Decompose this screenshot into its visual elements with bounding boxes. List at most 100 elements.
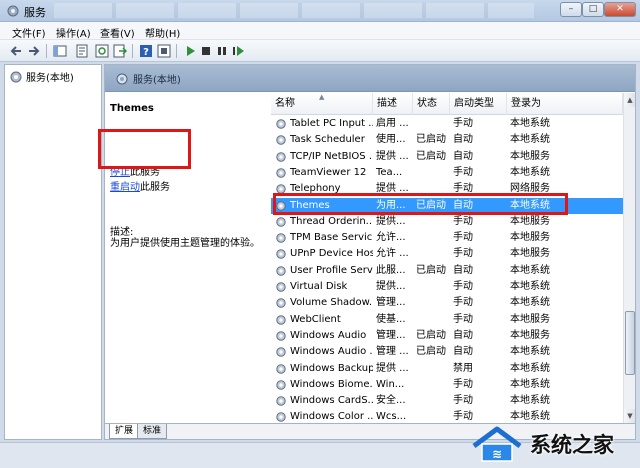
back-arrow-icon[interactable] — [8, 43, 24, 59]
cell-description: 使基... — [376, 313, 406, 325]
cell-status — [413, 279, 450, 295]
service-row[interactable]: Windows Backup 提供 ... 禁用 本地系统 — [271, 361, 623, 377]
service-row[interactable]: TCP/IP NetBIOS ... 提供 ... 已启动 自动 本地服务 — [271, 149, 623, 165]
cell-startup-type: 禁用 — [453, 362, 473, 374]
cell-description: 提供... — [376, 281, 406, 292]
service-row[interactable]: WebClient 使基... 手动 本地服务 — [271, 312, 623, 328]
cell-description: 管理... — [376, 297, 406, 309]
service-row[interactable]: Windows Audio 管理... 已启动 自动 本地服务 — [271, 328, 623, 344]
cell-status: 已启动 — [416, 134, 446, 146]
console-tree-icon[interactable] — [52, 43, 68, 59]
cell-description: 安全... — [376, 395, 406, 407]
cell-name: Virtual Disk — [271, 279, 373, 295]
service-row[interactable]: Tablet PC Input ... 启用 ... 手动 本地系统 — [271, 116, 623, 132]
service-row[interactable]: Volume Shadow... 管理... 手动 本地系统 — [271, 295, 623, 311]
menu-file[interactable]: 文件(F) — [12, 25, 46, 40]
refresh-icon[interactable] — [94, 43, 110, 59]
service-name: Thread Orderin... — [290, 215, 373, 227]
cell-logon-as: 本地服务 — [510, 232, 550, 244]
services-main-pane: 服务(本地) Themes 停止此服务 重启动此服务 描述: 为用户提供使用主题… — [104, 64, 636, 440]
cell-name: Telephony — [271, 181, 373, 197]
title-bar: 服务 – □ ✕ — [0, 0, 640, 22]
service-name: WebClient — [290, 313, 341, 325]
service-row[interactable]: UPnP Device Host 允许 ... 手动 本地服务 — [271, 246, 623, 262]
cell-logon-as: 本地系统 — [510, 362, 550, 374]
play-icon[interactable] — [182, 43, 198, 59]
cell-status: 已启动 — [416, 264, 446, 276]
properties-icon[interactable] — [74, 43, 90, 59]
cell-status — [413, 116, 450, 132]
service-row[interactable]: Telephony 提供 ... 手动 网络服务 — [271, 181, 623, 197]
site-watermark: ≋ 系统之家 — [470, 420, 640, 468]
cell-startup-type: 手动 — [453, 183, 473, 195]
cell-startup-type: 自动 — [453, 346, 473, 358]
maximize-button[interactable]: □ — [582, 2, 604, 17]
column-header-description[interactable]: 描述 — [373, 93, 413, 115]
forward-arrow-icon[interactable] — [26, 43, 42, 59]
cell-logon-as: 本地系统 — [510, 264, 550, 276]
restart-icon[interactable] — [230, 43, 246, 59]
watermark-text: 系统之家 — [530, 433, 614, 457]
scroll-thumb[interactable] — [625, 311, 635, 375]
cell-startup-type: 手动 — [453, 378, 473, 390]
details-icon[interactable] — [156, 43, 172, 59]
column-header-row: 名称 描述 状态 启动类型 登录为 ▲ — [271, 93, 623, 115]
service-row[interactable]: TeamViewer 12 Tea... 手动 本地系统 — [271, 165, 623, 181]
service-gear-icon — [276, 396, 286, 406]
service-gear-icon — [276, 168, 286, 178]
cell-name: Windows Color ... — [271, 409, 373, 423]
service-gear-icon — [276, 200, 286, 211]
service-name: Windows CardS... — [290, 395, 373, 407]
minimize-button[interactable]: – — [560, 2, 582, 17]
export-icon[interactable] — [112, 43, 128, 59]
service-name: UPnP Device Host — [290, 248, 373, 260]
service-name: Themes — [290, 199, 330, 211]
tab-standard[interactable]: 标准 — [137, 424, 168, 439]
service-row[interactable]: Thread Orderin... 提供... 手动 本地服务 — [271, 214, 623, 230]
stop-icon[interactable] — [198, 43, 214, 59]
cell-logon-as: 本地系统 — [510, 297, 550, 309]
tree-node-local-services[interactable]: 服务(本地) — [9, 69, 74, 84]
cell-description: 提供... — [376, 215, 406, 227]
cell-description: 提供 ... — [376, 150, 409, 162]
pause-icon[interactable] — [214, 43, 230, 59]
restart-service-action: 重启动此服务 — [110, 180, 170, 195]
services-gear-icon — [116, 73, 128, 84]
close-button[interactable]: ✕ — [604, 2, 636, 17]
cell-status — [413, 181, 450, 197]
vertical-scrollbar[interactable]: ▲ ▼ — [623, 93, 635, 423]
cell-name: Thread Orderin... — [271, 214, 373, 230]
stop-service-link[interactable]: 停止 — [110, 167, 130, 178]
service-gear-icon — [276, 217, 286, 227]
service-row[interactable]: User Profile Serv... 此服... 已启动 自动 本地系统 — [271, 263, 623, 279]
column-header-startup-type[interactable]: 启动类型 — [450, 93, 507, 115]
service-row[interactable]: Windows Audio ... 管理 ... 已启动 自动 本地系统 — [271, 344, 623, 360]
cell-name: TPM Base Servic... — [271, 230, 373, 246]
cell-name: User Profile Serv... — [271, 263, 373, 279]
cell-name: TCP/IP NetBIOS ... — [271, 149, 373, 165]
cell-startup-type: 手动 — [453, 395, 473, 407]
service-row[interactable]: Task Scheduler 使用... 已启动 自动 本地系统 — [271, 132, 623, 148]
menu-action[interactable]: 操作(A) — [56, 25, 91, 40]
service-row[interactable]: TPM Base Servic... 允许... 手动 本地服务 — [271, 230, 623, 246]
service-row[interactable]: Themes 为用... 已启动 自动 本地系统 — [271, 197, 623, 214]
tab-extended[interactable]: 扩展 — [109, 424, 140, 439]
restart-service-link[interactable]: 重启动 — [110, 182, 140, 193]
column-header-logon-as[interactable]: 登录为 — [507, 93, 623, 115]
scroll-up-arrow-icon[interactable]: ▲ — [624, 93, 635, 107]
menu-view[interactable]: 查看(V) — [100, 25, 135, 40]
service-gear-icon — [276, 314, 286, 325]
cell-description: 允许... — [376, 232, 406, 244]
service-row[interactable]: Windows CardS... 安全... 手动 本地系统 — [271, 393, 623, 409]
cell-status — [413, 361, 450, 377]
service-row[interactable]: Virtual Disk 提供... 手动 本地系统 — [271, 279, 623, 295]
cell-startup-type: 自动 — [453, 134, 473, 146]
service-gear-icon — [276, 347, 286, 357]
menu-help[interactable]: 帮助(H) — [145, 25, 180, 40]
service-row[interactable]: Windows Biome... Win... 手动 本地系统 — [271, 377, 623, 393]
service-name: Telephony — [290, 183, 341, 195]
services-list: 名称 描述 状态 启动类型 登录为 ▲ Tablet PC Input ... 启… — [271, 93, 623, 423]
cell-logon-as: 本地服务 — [510, 150, 550, 162]
column-header-status[interactable]: 状态 — [413, 93, 450, 115]
help-icon[interactable]: ? — [138, 43, 154, 59]
